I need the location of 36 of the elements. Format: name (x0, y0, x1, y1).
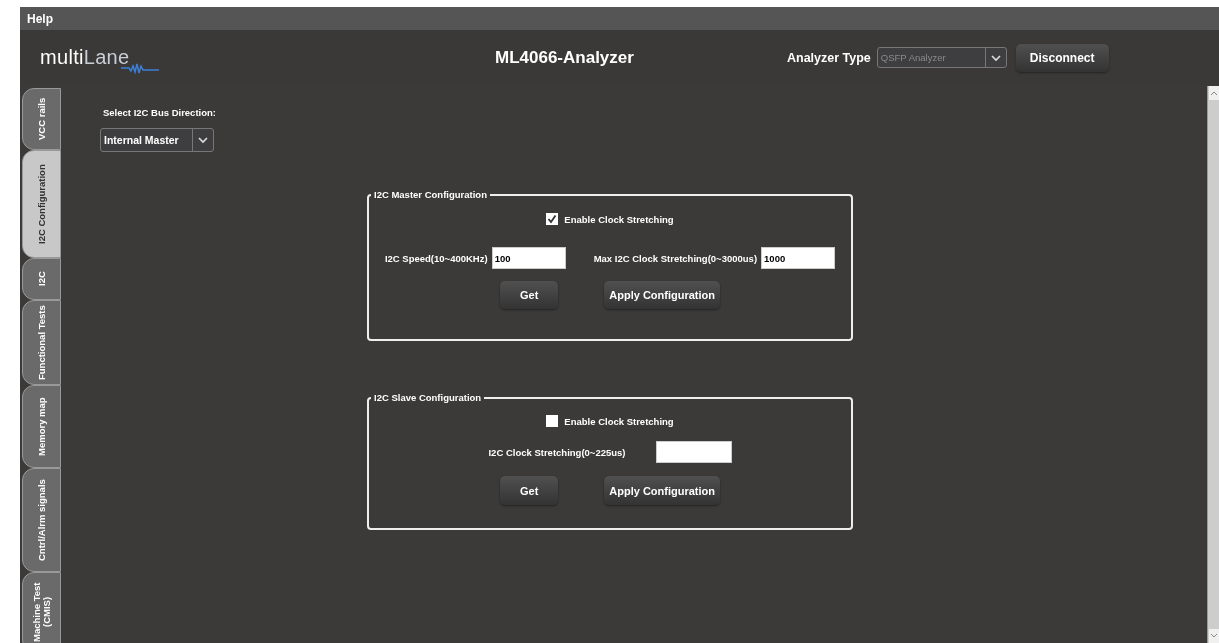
analyzer-type-label: Analyzer Type (787, 50, 871, 65)
group-title: I2C Master Configuration (373, 189, 488, 200)
get-button[interactable]: Get (499, 281, 559, 309)
logo: multiLane (40, 46, 130, 69)
checkbox[interactable] (546, 415, 559, 427)
menu-item[interactable]: Help (20, 11, 60, 26)
side-tab[interactable]: Machine Test (CMIS) (22, 572, 61, 643)
input-field[interactable]: 100 (491, 247, 566, 269)
side-tab[interactable]: Cntrl/Alrm signals (22, 468, 61, 572)
group-title: I2C Slave Configuration (373, 392, 483, 403)
side-tab[interactable]: I2C (22, 258, 61, 300)
caret-icon (990, 53, 1001, 62)
input-field[interactable] (655, 441, 732, 463)
bus-direction-dropdown[interactable]: Internal Master (100, 128, 214, 152)
side-tab[interactable]: Functional Tests (22, 300, 61, 385)
check-icon (547, 214, 558, 224)
checkbox[interactable] (546, 213, 559, 225)
checkbox-label: Enable Clock Stretching (564, 213, 674, 225)
disconnect-button[interactable]: Disconnect (1015, 43, 1109, 72)
field-label: Max I2C Clock Stretching(0~3000us) (593, 252, 758, 264)
apply-button[interactable]: Apply Configuration (604, 281, 721, 309)
side-tab[interactable]: I2C Configuration (22, 150, 61, 258)
apply-button[interactable]: Apply Configuration (604, 476, 721, 505)
input-field[interactable]: 1000 (761, 247, 836, 269)
scrollbar[interactable] (1207, 86, 1219, 643)
caret-icon (198, 136, 208, 144)
app-title: ML4066-Analyzer (495, 47, 635, 68)
side-tab[interactable]: VCC rails (22, 88, 61, 150)
scroll-up-icon[interactable] (1208, 86, 1219, 100)
checkbox-label: Enable Clock Stretching (564, 415, 674, 427)
bus-direction-label: Select I2C Bus Direction: (103, 107, 216, 118)
side-tab[interactable]: Memory map (22, 385, 61, 468)
field-label: I2C Speed(10~400KHz) (384, 252, 488, 264)
get-button[interactable]: Get (499, 476, 559, 505)
field-label: I2C Clock Stretching(0~225us) (488, 446, 626, 458)
scroll-down-icon[interactable] (1208, 629, 1219, 643)
